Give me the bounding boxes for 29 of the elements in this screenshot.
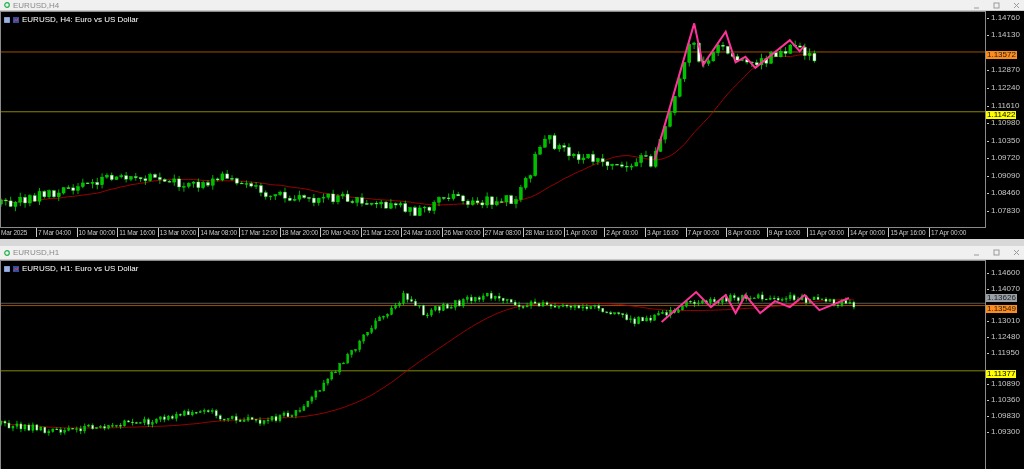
window-title: EURUSD,H1 [13,248,60,257]
price-label: 1.14130 [987,31,1020,40]
price-tag: 1.13626 [986,294,1017,303]
price-label: 1.10350 [987,136,1020,145]
price-label: 1.12870 [987,66,1020,75]
price-label: 1.14760 [987,13,1020,22]
price-label: 1.14600 [987,269,1020,277]
price-label: 1.10980 [987,119,1020,128]
window-title: EURUSD,H4 [13,0,60,10]
price-label: 1.11950 [987,348,1020,357]
price-tag: 1.13549 [986,304,1017,313]
chart-label: EURUSD, H4: Euro vs US Dollar [22,15,139,24]
price-tag: 1.13572 [986,50,1017,59]
price-label: 1.08460 [987,189,1020,198]
price-label: 1.10890 [987,380,1020,389]
price-label: 1.14070 [987,284,1020,293]
chart-label: EURUSD, H1: Euro vs US Dollar [22,264,139,273]
price-tag: 1.11422 [986,110,1017,119]
price-label: 1.09720 [987,154,1020,163]
price-label: 1.12480 [987,332,1020,341]
price-label: 1.10360 [987,396,1020,405]
price-label: 1.11610 [987,101,1020,110]
price-label: 1.12240 [987,84,1020,92]
price-label: 1.07830 [987,206,1020,215]
price-label: 1.09830 [987,412,1020,421]
price-label: 1.09300 [987,428,1020,437]
price-label: 1.13010 [987,316,1020,325]
price-tag: 1.11377 [986,369,1017,378]
price-label: 1.09090 [987,171,1020,180]
